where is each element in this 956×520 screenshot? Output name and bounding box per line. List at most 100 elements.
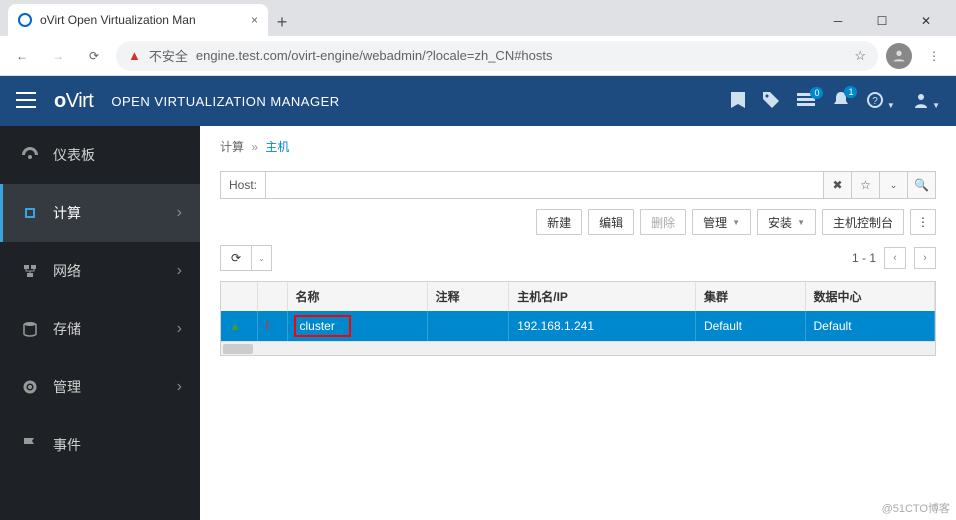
th-hostname[interactable]: 主机名/IP [509,282,696,311]
th-datacenter[interactable]: 数据中心 [805,282,934,311]
flag-icon [21,437,39,453]
sidebar-label: 存储 [53,319,81,339]
tasks-badge: 0 [810,87,823,99]
th-name[interactable]: 名称 [287,282,427,311]
sidebar-item-dashboard[interactable]: 仪表板 [0,126,200,184]
more-actions-button[interactable]: ⋮ [910,209,936,235]
hostname-cell: 192.168.1.241 [509,311,696,341]
storage-icon [21,321,39,337]
page-prev-button[interactable]: ‹ [884,247,906,269]
logo: oVirt [54,90,93,113]
breadcrumb: 计算 » 主机 [220,138,936,155]
datacenter-cell: Default [805,311,934,341]
browser-tab-strip: oVirt Open Virtualization Man × + ─ ☐ ✕ [0,0,956,36]
edit-button[interactable]: 编辑 [588,209,634,235]
warning-icon: ! [266,319,270,333]
sidebar-item-network[interactable]: 网络 › [0,242,200,300]
chevron-right-icon: › [177,378,182,396]
help-icon[interactable]: ? ▼ [867,92,894,111]
th-cluster[interactable]: 集群 [695,282,805,311]
insecure-label: 不安全 [149,46,188,65]
action-toolbar: 新建 编辑 删除 管理▼ 安装▼ 主机控制台 ⋮ [220,209,936,235]
user-menu-icon[interactable]: ▼ [913,92,940,111]
warning-cell: ! [257,311,287,341]
minimize-button[interactable]: ─ [816,6,860,36]
search-button[interactable]: 🔍 [907,172,935,198]
breadcrumb-current[interactable]: 主机 [265,140,289,154]
status-up-icon: ▲ [229,319,241,333]
breadcrumb-separator: » [251,140,258,154]
maximize-button[interactable]: ☐ [860,6,904,36]
chevron-right-icon: › [177,320,182,338]
reload-button[interactable]: ⟳ [80,42,108,70]
install-button[interactable]: 安装▼ [757,209,816,235]
refresh-dropdown-button[interactable]: ⌄ [251,245,272,271]
forward-button[interactable]: → [44,42,72,70]
svg-text:?: ? [873,96,879,107]
app-title: OPEN VIRTUALIZATION MANAGER [111,94,339,109]
sidebar-label: 网络 [53,261,81,281]
sidebar-item-compute[interactable]: 计算 › [0,184,200,242]
cpu-icon [21,205,39,221]
name-cell[interactable]: cluster [287,311,427,341]
search-bar: Host: ✖ ☆ ⌄ 🔍 [220,171,936,199]
favorite-search-button[interactable]: ☆ [851,172,879,198]
close-icon[interactable]: × [251,13,258,27]
tag-icon[interactable] [763,92,779,111]
table-row[interactable]: ▲ ! cluster 192.168.1.241 Default Defaul… [221,311,935,341]
network-icon [21,263,39,279]
hamburger-menu-icon[interactable] [16,92,36,111]
tasks-icon[interactable]: 0 [797,93,815,110]
tab-title: oVirt Open Virtualization Man [40,13,243,27]
caret-down-icon: ▼ [797,218,805,227]
close-window-button[interactable]: ✕ [904,6,948,36]
sidebar-label: 计算 [53,203,81,223]
main-content: 计算 » 主机 Host: ✖ ☆ ⌄ 🔍 新建 编辑 删除 管理▼ 安装▼ 主… [200,126,956,520]
cluster-cell: Default [695,311,805,341]
app-header: oVirt OPEN VIRTUALIZATION MANAGER 0 1 ? … [0,76,956,126]
delete-button[interactable]: 删除 [640,209,686,235]
hosts-table: 名称 注释 主机名/IP 集群 数据中心 ▲ ! cluster 192.168… [220,281,936,356]
horizontal-scrollbar[interactable] [221,341,935,355]
new-tab-button[interactable]: + [268,8,296,36]
status-cell: ▲ [221,311,257,341]
gear-icon [21,379,39,395]
browser-tab[interactable]: oVirt Open Virtualization Man × [8,4,268,36]
host-console-button[interactable]: 主机控制台 [822,209,904,235]
url-text: engine.test.com/ovirt-engine/webadmin/?l… [196,48,553,63]
manage-button[interactable]: 管理▼ [692,209,751,235]
search-input[interactable] [266,172,823,198]
clear-search-button[interactable]: ✖ [823,172,851,198]
address-bar[interactable]: ▲ 不安全 engine.test.com/ovirt-engine/webad… [116,41,878,71]
new-button[interactable]: 新建 [536,209,582,235]
search-label: Host: [221,172,266,198]
dashboard-icon [21,147,39,163]
sidebar-label: 仪表板 [53,145,95,165]
sidebar-item-events[interactable]: 事件 [0,416,200,474]
sidebar-item-storage[interactable]: 存储 › [0,300,200,358]
search-dropdown-button[interactable]: ⌄ [879,172,907,198]
bookmark-star-icon[interactable]: ☆ [854,48,866,64]
watermark: @51CTO博客 [882,500,950,516]
cell-highlight: cluster [294,315,351,337]
back-button[interactable]: ← [8,42,36,70]
refresh-button[interactable]: ⟳ [220,245,251,271]
sidebar-item-admin[interactable]: 管理 › [0,358,200,416]
comment-cell [427,311,509,341]
browser-toolbar: ← → ⟳ ▲ 不安全 engine.test.com/ovirt-engine… [0,36,956,76]
sidebar: 仪表板 计算 › 网络 › 存储 › 管理 › 事件 [0,126,200,520]
breadcrumb-root[interactable]: 计算 [220,140,244,154]
bookmark-icon[interactable] [731,92,745,111]
profile-avatar-icon[interactable] [886,43,912,69]
browser-menu-button[interactable]: ⋮ [920,42,948,70]
alerts-badge: 1 [844,86,857,98]
th-comment[interactable]: 注释 [427,282,509,311]
bell-icon[interactable]: 1 [833,92,849,111]
caret-down-icon: ▼ [732,218,740,227]
page-next-button[interactable]: › [914,247,936,269]
sidebar-label: 管理 [53,377,81,397]
insecure-warning-icon: ▲ [128,48,141,63]
favicon-icon [18,13,32,27]
chevron-right-icon: › [177,204,182,222]
sidebar-label: 事件 [53,435,81,455]
